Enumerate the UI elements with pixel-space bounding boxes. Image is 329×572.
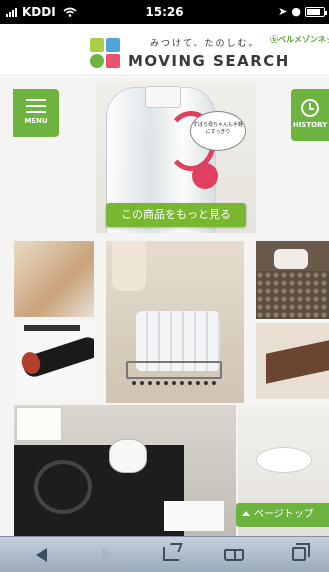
bookmarks-icon <box>224 549 244 561</box>
menu-button[interactable]: MENU <box>13 89 59 137</box>
view-more-product-button[interactable]: この商品をもっと見る <box>106 203 246 227</box>
page-top-label: ページトップ <box>254 509 314 520</box>
speech-bubble: ずぼら母ちゃんも手軽にすっきり <box>190 111 246 151</box>
logo-title[interactable]: MOVING SEARCH <box>128 52 290 70</box>
location-arrow-icon: ➤ <box>278 5 288 18</box>
logo-mark-icon[interactable] <box>90 38 122 70</box>
logo-tagline: みつけて、たのしむ。 <box>150 39 260 49</box>
partner-name: ベルメゾンネット <box>278 35 329 44</box>
bookmarks-button[interactable] <box>214 537 254 572</box>
history-button[interactable]: HISTORY <box>291 89 329 141</box>
status-icons: ➤ ● <box>278 5 327 18</box>
forward-button[interactable] <box>86 537 126 572</box>
back-button[interactable] <box>24 537 64 572</box>
forward-icon <box>102 548 113 562</box>
rug-photo-tile[interactable] <box>256 241 329 319</box>
bottle-cart-photo-tile[interactable] <box>106 241 244 403</box>
black-tube-photo-tile[interactable] <box>14 320 94 400</box>
history-label: HISTORY <box>292 121 328 129</box>
back-icon <box>36 548 47 562</box>
browser-toolbar <box>0 536 329 572</box>
partner-logo[interactable]: ⓑベルメゾンネット <box>270 34 329 45</box>
stove-photo-tile[interactable] <box>14 405 236 536</box>
up-arrow-icon <box>242 511 250 516</box>
clock-icon: ● <box>291 5 301 18</box>
furniture-corner-photo-tile[interactable] <box>256 323 329 399</box>
hamburger-icon <box>26 99 46 113</box>
photo-grid: ずぼら母ちゃんも手軽にすっきり この商品をもっと見る MENU HISTORY <box>0 77 329 536</box>
menu-label: MENU <box>24 117 48 125</box>
tabs-icon <box>292 543 310 561</box>
battery-icon <box>305 6 327 17</box>
share-button[interactable] <box>150 537 190 572</box>
partner-b-icon: ⓑ <box>270 35 278 44</box>
spatula-photo-tile[interactable] <box>14 241 94 317</box>
share-icon <box>163 547 179 561</box>
site-header: みつけて、たのしむ。 MOVING SEARCH ⓑベルメゾンネット <box>0 24 329 76</box>
pink-tag-image <box>192 163 218 189</box>
tabs-button[interactable] <box>280 537 320 572</box>
page-top-button[interactable]: ページトップ <box>236 503 329 527</box>
history-clock-icon <box>301 99 319 117</box>
status-bar: KDDI 15:26 ➤ ● <box>0 0 329 24</box>
